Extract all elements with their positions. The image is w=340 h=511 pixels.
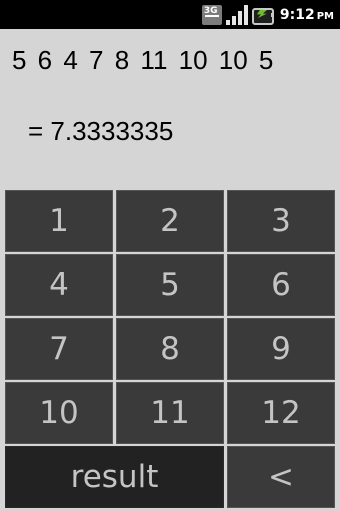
number-sequence: 5 6 4 7 8 11 10 10 5 [12,45,274,75]
result-button[interactable]: result [5,446,224,508]
status-bar: 3G 9:12 PM [0,0,340,29]
status-icons: 3G 9:12 PM [201,4,334,26]
signal-strength-icon [225,5,248,25]
keypad: 1 2 3 4 5 6 7 8 9 10 11 12 result < [5,190,335,508]
key-3[interactable]: 3 [227,190,335,252]
key-11[interactable]: 11 [116,382,224,444]
battery-charging-icon [251,5,274,25]
average-result: = 7.3333335 [28,116,174,146]
backspace-button[interactable]: < [227,446,335,508]
key-12[interactable]: 12 [227,382,335,444]
key-9[interactable]: 9 [227,318,335,380]
key-6[interactable]: 6 [227,254,335,316]
key-8[interactable]: 8 [116,318,224,380]
network-3g-icon: 3G [201,5,222,25]
clock-ampm: PM [316,11,334,22]
key-5[interactable]: 5 [116,254,224,316]
key-4[interactable]: 4 [5,254,113,316]
key-2[interactable]: 2 [116,190,224,252]
key-10[interactable]: 10 [5,382,113,444]
key-7[interactable]: 7 [5,318,113,380]
key-1[interactable]: 1 [5,190,113,252]
clock: 9:12 PM [280,7,334,23]
clock-time: 9:12 [279,7,315,23]
calculator-display: 5 6 4 7 8 11 10 10 5 = 7.3333335 [0,29,340,191]
